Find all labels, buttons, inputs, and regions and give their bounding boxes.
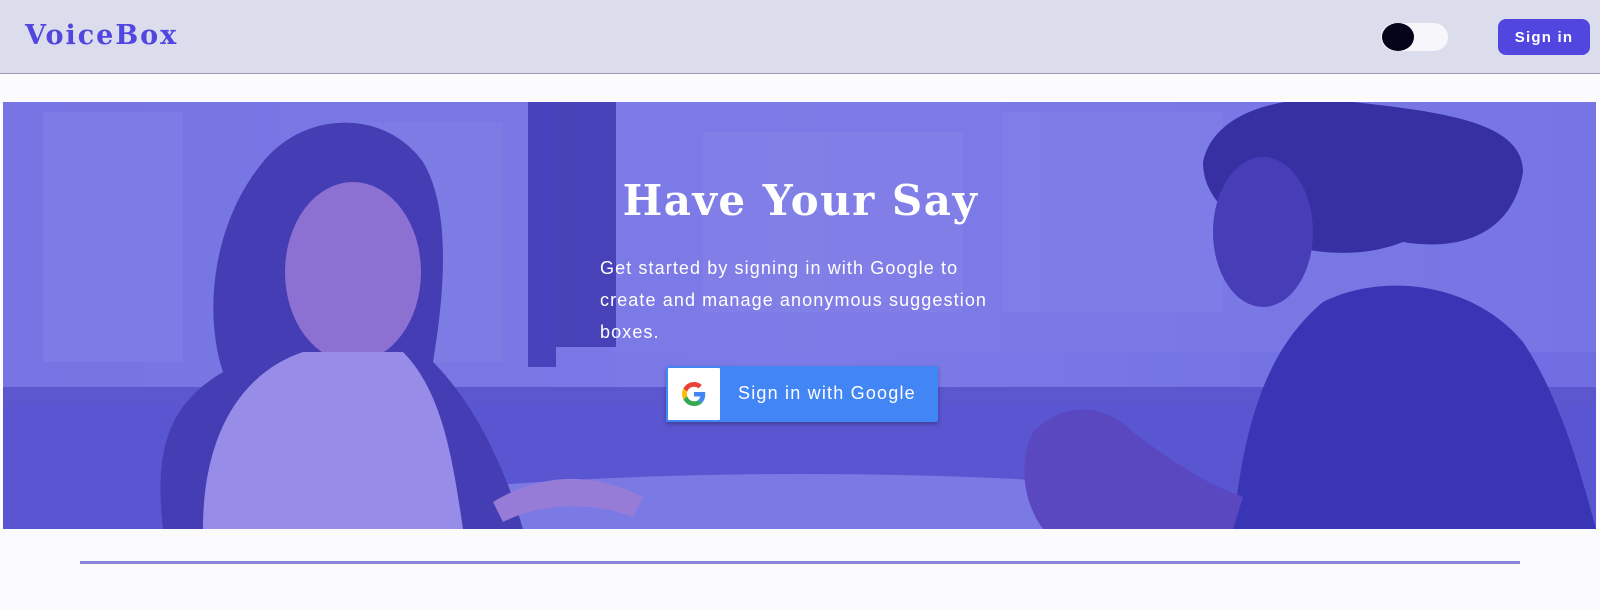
google-signin-label: Sign in with Google (738, 383, 916, 403)
signin-button[interactable]: Sign in (1498, 19, 1590, 55)
top-navbar: VoiceBox Sign in (0, 0, 1600, 74)
google-signin-button[interactable]: Sign in with Google (666, 366, 938, 422)
hero-title: Have Your Say (622, 176, 979, 225)
brand-logo[interactable]: VoiceBox (25, 20, 178, 51)
toggle-knob-icon (1382, 23, 1414, 51)
theme-toggle[interactable] (1381, 23, 1448, 51)
section-divider (80, 561, 1520, 564)
hero-banner: Have Your Say Get started by signing in … (3, 102, 1596, 529)
google-icon-box (668, 368, 720, 420)
google-g-icon (682, 382, 706, 406)
hero-subtitle: Get started by signing in with Google to… (600, 258, 988, 342)
